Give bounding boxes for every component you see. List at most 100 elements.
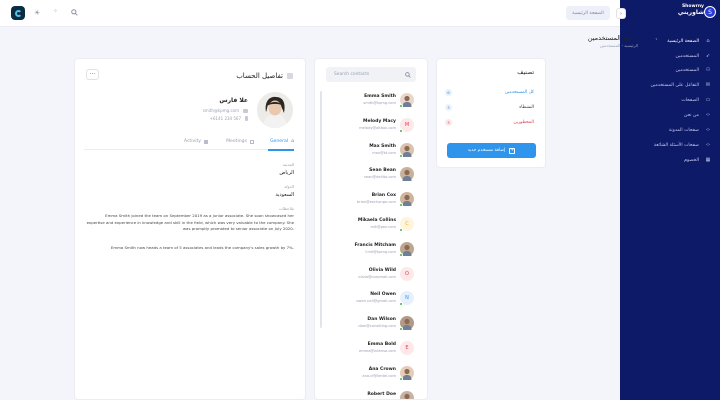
contact-item[interactable]: Robert Doerobert@benko.com bbox=[326, 389, 414, 399]
sidebar-item-6[interactable]: من نحن ‹› bbox=[684, 112, 712, 118]
contact-item[interactable]: Francis Mitcham f.mit@kpmg.com bbox=[326, 240, 414, 260]
sidebar-item-label: التفاعل على المستخدمين bbox=[650, 82, 699, 88]
contact-email: dam@consilting.com bbox=[358, 324, 396, 329]
contact-email: f.mit@kpmg.com bbox=[365, 249, 396, 254]
sidebar-item-3[interactable]: المستخدمين ⚇ bbox=[675, 67, 712, 73]
code-icon: ‹› bbox=[706, 142, 710, 148]
contact-item[interactable]: Neil Owen owen.neil@gmail.com N bbox=[326, 289, 414, 309]
tab-meetings[interactable]: Meetings bbox=[226, 139, 254, 144]
search-icon bbox=[405, 71, 411, 78]
contact-name: Mikaela Collins bbox=[357, 218, 396, 223]
avatar: O bbox=[400, 266, 414, 281]
sidebar-collapse-button[interactable]: › bbox=[616, 8, 626, 19]
chat-icon: ✉ bbox=[705, 82, 711, 88]
profile-email[interactable]: smith@kpmg.com bbox=[203, 108, 239, 113]
sidebar-item-1[interactable]: ˅ الصفحة الرئيسية ⌂ bbox=[655, 38, 712, 44]
sidebar-item-label: من نحن bbox=[683, 112, 699, 118]
brand-name-ar: شاوريني bbox=[677, 8, 704, 16]
profile-email-row: smith@kpmg.com bbox=[203, 108, 248, 113]
category-item[interactable]: 3 النشطاء bbox=[445, 104, 534, 111]
breadcrumb: الرئيسية - المستخدمين bbox=[599, 43, 638, 48]
contact-name: Brian Cox bbox=[371, 193, 396, 199]
list-icon bbox=[204, 139, 208, 144]
tab-activity-label: Activity bbox=[183, 139, 201, 144]
top-bar: ☀ ⁘ الصفحة الرئيسية bbox=[0, 0, 620, 27]
category-label: النشطاء bbox=[519, 105, 534, 110]
sidebar-item-5[interactable]: الصفحات ▭ bbox=[681, 97, 712, 103]
sidebar-item-2[interactable]: المستخدمين ➶ bbox=[675, 53, 712, 59]
sidebar-item-8[interactable]: صفحات الأسئلة الشائعة ‹› bbox=[654, 142, 712, 148]
online-status-dot bbox=[399, 128, 403, 133]
sidebar-item-label: المستخدمين bbox=[675, 67, 699, 73]
contact-item[interactable]: Max Smith max@kt.com bbox=[326, 141, 414, 161]
code-icon: ‹› bbox=[706, 112, 710, 118]
online-status-dot bbox=[399, 252, 403, 257]
city-value: الرياض bbox=[279, 170, 294, 176]
online-status-dot bbox=[399, 376, 403, 381]
contact-item[interactable]: Olivia Wild olivia@corpmail.com O bbox=[326, 265, 414, 285]
notes-label: ملاحظات bbox=[278, 206, 294, 211]
sidebar-item-4[interactable]: التفاعل على المستخدمين ✉ bbox=[650, 82, 712, 88]
sidebar-item-9[interactable]: الخصوم ▦ bbox=[684, 157, 712, 163]
online-status-dot bbox=[399, 203, 403, 208]
contact-name: Francis Mitcham bbox=[354, 242, 396, 248]
code-icon: ‹› bbox=[706, 127, 710, 133]
profile-name: علا فارس bbox=[219, 97, 248, 104]
account-details-card: تفاصيل الحساب ··· علا فارس smith@kpmg.co… bbox=[74, 58, 306, 400]
search-contacts-input[interactable]: Search contacts bbox=[334, 72, 369, 77]
online-status-dot bbox=[399, 327, 403, 332]
category-title: تصنيف bbox=[517, 69, 534, 76]
contact-email: smith@kpmg.com bbox=[363, 101, 396, 105]
chevron-down-icon: ˅ bbox=[655, 38, 658, 44]
category-count-badge: 3 bbox=[445, 119, 452, 126]
mail-icon bbox=[243, 108, 248, 113]
dots-icon[interactable]: ⁘ bbox=[53, 9, 58, 15]
contact-item[interactable]: Ana Crown ana.cf@limtel.com bbox=[326, 364, 414, 384]
phone-icon bbox=[245, 116, 248, 121]
category-item[interactable]: 3 المحظورين bbox=[445, 119, 534, 126]
add-user-button[interactable]: إضافة مستخدم جديد + bbox=[447, 143, 536, 158]
category-count-badge: 6 bbox=[445, 89, 452, 96]
contact-email: sean@dellito.com bbox=[363, 175, 396, 180]
online-status-dot bbox=[399, 228, 403, 232]
sun-icon[interactable]: ☀ bbox=[34, 10, 40, 17]
search-icon[interactable] bbox=[71, 9, 78, 18]
contacts-scrollbar[interactable] bbox=[320, 91, 322, 328]
app-logo[interactable] bbox=[11, 6, 25, 20]
home-icon: ⌂ bbox=[291, 139, 294, 144]
contact-item[interactable]: Sean Bean sean@dellito.com bbox=[326, 165, 414, 185]
category-label: المحظورين bbox=[513, 120, 535, 125]
home-breadcrumb-button[interactable]: الصفحة الرئيسية bbox=[566, 6, 610, 20]
notes-paragraph-1: Emma Smith joined the team on September … bbox=[86, 213, 294, 232]
details-tabs: General ⌂ Meetings Activity bbox=[84, 137, 294, 151]
category-count-badge: 3 bbox=[445, 104, 452, 111]
category-item[interactable]: 6 كل المستخدمين bbox=[445, 89, 534, 96]
sidebar-item-label: صفحات المدونة bbox=[668, 127, 699, 133]
contact-item[interactable]: Emma Bold emma@intenso.com E bbox=[326, 339, 414, 359]
sidebar-item-label: الصفحة الرئيسية bbox=[667, 38, 699, 44]
contact-email: ana.cf@limtel.com bbox=[362, 373, 396, 378]
tab-general[interactable]: General ⌂ bbox=[270, 139, 294, 144]
category-card: تصنيف 6 كل المستخدمين 3 النشطاء 3 المحظورين إ… bbox=[436, 58, 546, 168]
online-status-dot bbox=[399, 104, 403, 108]
contact-item[interactable]: Melody Macy melody@altbox.com M bbox=[326, 116, 414, 136]
contact-item[interactable]: Brian Cox brian@exchange.com bbox=[326, 190, 414, 210]
contact-name: Sean Bean bbox=[369, 168, 396, 174]
calendar-icon bbox=[250, 139, 254, 144]
add-user-label: إضافة مستخدم جديد bbox=[467, 148, 506, 153]
search-contacts[interactable]: Search contacts bbox=[326, 67, 416, 82]
more-options-button[interactable]: ··· bbox=[86, 69, 99, 80]
contact-item[interactable]: Emma Smith smith@kpmg.com bbox=[326, 91, 414, 111]
online-status-dot bbox=[399, 302, 403, 307]
contact-name: Max Smith bbox=[369, 143, 396, 149]
contact-item[interactable]: Dan Wilson dam@consilting.com bbox=[326, 314, 414, 334]
sidebar-item-label: الصفحات bbox=[681, 97, 699, 103]
sidebar-item-label: المستخدمين bbox=[675, 53, 699, 59]
contact-item[interactable]: Mikaela Collins mik@pex.com C bbox=[326, 215, 414, 235]
contact-email: owen.neil@gmail.com bbox=[356, 299, 396, 304]
tab-meetings-label: Meetings bbox=[226, 139, 247, 144]
sidebar-item-label: الخصوم bbox=[684, 157, 699, 163]
tab-activity[interactable]: Activity bbox=[184, 139, 208, 144]
contact-email: mik@pex.com bbox=[370, 225, 396, 229]
sidebar-item-7[interactable]: صفحات المدونة ‹› bbox=[669, 127, 712, 133]
